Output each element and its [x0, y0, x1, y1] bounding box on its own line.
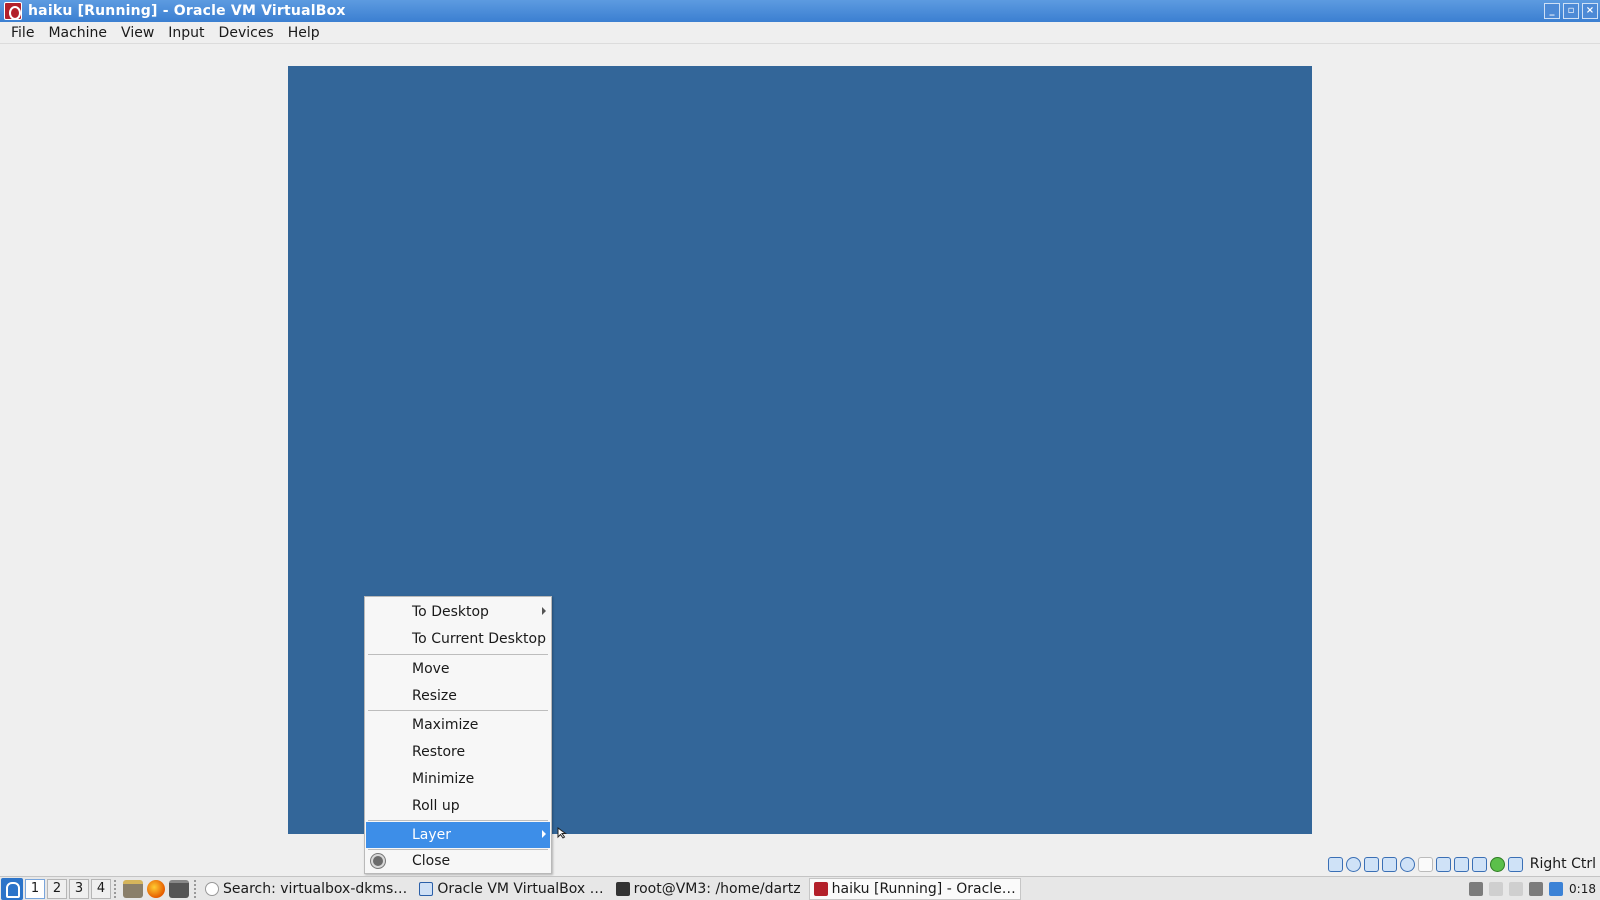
clock[interactable]: 0:18: [1569, 882, 1596, 896]
display-icon[interactable]: [1435, 856, 1451, 872]
clipboard-icon[interactable]: [1509, 881, 1524, 896]
menu-item-label: To Current Desktop: [412, 631, 546, 647]
screenshot-icon[interactable]: [1469, 881, 1484, 896]
task-haiku-vm[interactable]: haiku [Running] - Oracle…: [808, 877, 1021, 900]
taskbar-separator: [114, 879, 118, 898]
close-button[interactable]: ×: [1582, 3, 1598, 19]
file-manager-icon[interactable]: [123, 879, 143, 898]
restore-button[interactable]: ▫: [1563, 3, 1579, 19]
keyboard-icon[interactable]: [1507, 856, 1523, 872]
firefox-icon[interactable]: [147, 879, 165, 898]
window-titlebar[interactable]: haiku [Running] - Oracle VM VirtualBox _…: [0, 0, 1600, 22]
taskbar-separator: [194, 879, 198, 898]
host-key-label: Right Ctrl: [1529, 856, 1596, 872]
haiku-icon: [813, 881, 828, 896]
network-icon[interactable]: [1381, 856, 1397, 872]
menu-item-roll-up[interactable]: Roll up: [366, 793, 550, 819]
menu-item-label: Roll up: [412, 798, 460, 814]
virtualbox-app-icon: [4, 2, 22, 20]
menu-item-to-current-desktop[interactable]: To Current Desktop: [366, 626, 550, 652]
window-controls: _ ▫ ×: [1544, 3, 1598, 19]
menu-file[interactable]: File: [4, 25, 41, 41]
mouse-cursor-icon: [557, 827, 568, 839]
start-menu-button[interactable]: [1, 877, 23, 900]
menu-help[interactable]: Help: [281, 25, 327, 41]
task-label: haiku [Running] - Oracle…: [831, 880, 1016, 897]
task-terminal[interactable]: root@VM3: /home/dartz: [612, 878, 805, 900]
task-label: Search: virtualbox-dkms…: [223, 880, 408, 897]
menu-item-resize[interactable]: Resize: [366, 683, 550, 709]
task-label: root@VM3: /home/dartz: [633, 880, 801, 897]
notification-icon[interactable]: [1549, 881, 1564, 896]
desktop-3-button[interactable]: 3: [69, 878, 89, 899]
submenu-arrow-icon: [542, 607, 546, 615]
shared-folders-icon[interactable]: [1417, 856, 1433, 872]
menu-item-minimize[interactable]: Minimize: [366, 766, 550, 792]
virtualization-icon[interactable]: [1471, 856, 1487, 872]
desktop-1-button[interactable]: 1: [25, 878, 45, 899]
window-context-menu: To Desktop To Current Desktop Move Resiz…: [364, 596, 552, 874]
terminal-icon: [615, 881, 630, 896]
task-virtualbox-manager[interactable]: Oracle VM VirtualBox …: [415, 878, 607, 900]
menu-item-label: Minimize: [412, 771, 475, 787]
menu-item-label: To Desktop: [412, 604, 489, 620]
menu-item-label: Close: [412, 853, 451, 869]
menu-machine[interactable]: Machine: [41, 25, 114, 41]
menu-input[interactable]: Input: [161, 25, 211, 41]
taskbar: 1 2 3 4 Search: virtualbox-dkms… Oracle …: [0, 876, 1600, 900]
menu-bar: File Machine View Input Devices Help: [0, 22, 1600, 44]
volume-icon[interactable]: [1489, 881, 1504, 896]
task-label: Oracle VM VirtualBox …: [437, 880, 604, 897]
display-settings-icon[interactable]: [1529, 881, 1544, 896]
hard-disk-icon[interactable]: [1327, 856, 1343, 872]
menu-item-label: Layer: [412, 827, 452, 843]
menu-item-label: Move: [412, 661, 450, 677]
menu-item-restore[interactable]: Restore: [366, 739, 550, 765]
terminal-icon[interactable]: [169, 879, 189, 898]
menu-item-maximize[interactable]: Maximize: [366, 712, 550, 738]
minimize-button[interactable]: _: [1544, 3, 1560, 19]
menu-separator: [368, 654, 548, 655]
submenu-arrow-icon: [542, 830, 546, 838]
virtualbox-icon: [419, 881, 434, 896]
audio-icon[interactable]: [1363, 856, 1379, 872]
search-icon: [205, 881, 219, 896]
video-capture-icon[interactable]: [1453, 856, 1469, 872]
menu-item-close[interactable]: Close: [366, 848, 550, 874]
menu-item-label: Resize: [412, 688, 457, 704]
menu-separator: [368, 710, 548, 711]
menu-item-to-desktop[interactable]: To Desktop: [366, 599, 550, 625]
mouse-integration-icon[interactable]: [1489, 856, 1505, 872]
vm-status-bar: Right Ctrl: [1327, 854, 1600, 874]
menu-separator: [368, 820, 548, 821]
system-tray: 0:18: [1469, 881, 1600, 896]
menu-item-label: Maximize: [412, 717, 479, 733]
menu-item-move[interactable]: Move: [366, 656, 550, 682]
task-search[interactable]: Search: virtualbox-dkms…: [201, 878, 411, 900]
desktop-4-button[interactable]: 4: [91, 878, 111, 899]
window-title: haiku [Running] - Oracle VM VirtualBox: [28, 3, 346, 19]
usb-icon[interactable]: [1399, 856, 1415, 872]
close-radio-icon: [371, 854, 385, 868]
menu-view[interactable]: View: [114, 25, 161, 41]
desktop-2-button[interactable]: 2: [47, 878, 67, 899]
menu-item-label: Restore: [412, 744, 466, 760]
optical-drive-icon[interactable]: [1345, 856, 1361, 872]
menu-devices[interactable]: Devices: [212, 25, 281, 41]
menu-item-layer[interactable]: Layer: [366, 822, 550, 848]
